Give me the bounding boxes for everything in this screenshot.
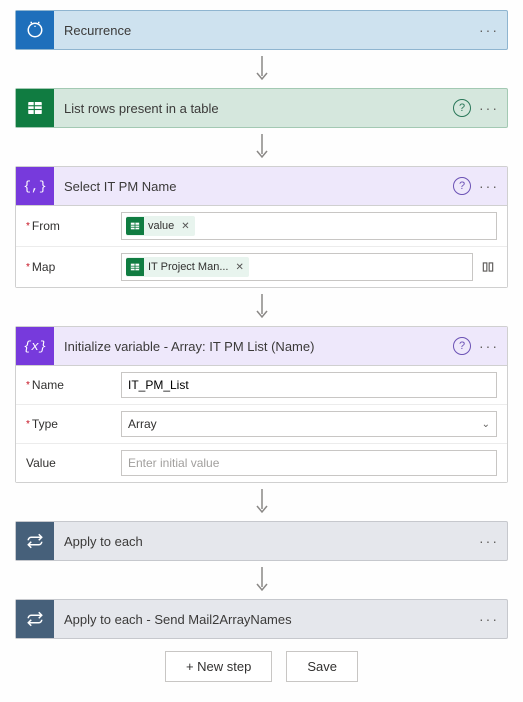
recurrence-icon bbox=[16, 11, 54, 49]
field-row-value: Value bbox=[16, 443, 507, 482]
label-text: Map bbox=[32, 260, 55, 274]
map-mode-toggle-icon[interactable] bbox=[479, 260, 497, 274]
step-initialize-variable: {x} Initialize variable - Array: IT PM L… bbox=[15, 326, 508, 483]
help-icon[interactable]: ? bbox=[453, 337, 471, 355]
field-row-map: * Map IT Project Man... ✕ bbox=[16, 246, 507, 287]
flow-arrow bbox=[15, 288, 508, 326]
step-title: Select IT PM Name bbox=[54, 179, 453, 194]
token-label: value bbox=[148, 220, 174, 232]
type-select[interactable]: Array ⌄ bbox=[121, 411, 497, 437]
label-text: Name bbox=[32, 378, 64, 392]
token-label: IT Project Man... bbox=[148, 261, 229, 273]
label-text: From bbox=[32, 219, 60, 233]
step-apply-to-each-send-mail[interactable]: Apply to each - Send Mail2ArrayNames ··· bbox=[15, 599, 508, 639]
bottom-toolbar: + New step Save bbox=[15, 651, 508, 682]
step-menu-button[interactable]: ··· bbox=[477, 18, 501, 42]
step-list-rows[interactable]: List rows present in a table ? ··· bbox=[15, 88, 508, 128]
step-menu-button[interactable]: ··· bbox=[477, 96, 501, 120]
required-star: * bbox=[26, 380, 30, 391]
label-text: Type bbox=[32, 417, 58, 431]
step-menu-button[interactable]: ··· bbox=[477, 334, 501, 358]
from-token[interactable]: value ✕ bbox=[126, 216, 195, 236]
step-title: Recurrence bbox=[54, 23, 477, 38]
field-label-type: * Type bbox=[26, 417, 121, 431]
step-recurrence[interactable]: Recurrence ··· bbox=[15, 10, 508, 50]
token-remove-icon[interactable]: ✕ bbox=[236, 262, 244, 273]
step-apply-to-each[interactable]: Apply to each ··· bbox=[15, 521, 508, 561]
step-select-it-pm-name: {,} Select IT PM Name ? ··· * From value… bbox=[15, 166, 508, 288]
label-text: Value bbox=[26, 456, 56, 470]
data-operation-icon: {,} bbox=[16, 167, 54, 205]
map-token[interactable]: IT Project Man... ✕ bbox=[126, 257, 249, 277]
chevron-down-icon: ⌄ bbox=[482, 419, 490, 430]
field-row-name: * Name bbox=[16, 366, 507, 404]
flow-arrow bbox=[15, 50, 508, 88]
from-input[interactable]: value ✕ bbox=[121, 212, 497, 240]
variable-icon: {x} bbox=[16, 327, 54, 365]
field-label-map: * Map bbox=[26, 260, 121, 274]
step-title: Apply to each - Send Mail2ArrayNames bbox=[54, 612, 477, 627]
field-label-value: Value bbox=[26, 456, 121, 470]
flow-arrow bbox=[15, 128, 508, 166]
step-title: Initialize variable - Array: IT PM List … bbox=[54, 339, 453, 354]
flow-arrow bbox=[15, 561, 508, 599]
required-star: * bbox=[26, 419, 30, 430]
map-input[interactable]: IT Project Man... ✕ bbox=[121, 253, 473, 281]
step-header[interactable]: {,} Select IT PM Name ? ··· bbox=[16, 167, 507, 205]
field-label-name: * Name bbox=[26, 378, 121, 392]
save-button[interactable]: Save bbox=[286, 651, 358, 682]
step-title: List rows present in a table bbox=[54, 101, 453, 116]
step-menu-button[interactable]: ··· bbox=[477, 174, 501, 198]
step-menu-button[interactable]: ··· bbox=[477, 607, 501, 631]
excel-token-icon bbox=[126, 258, 144, 276]
new-step-button[interactable]: + New step bbox=[165, 651, 272, 682]
loop-icon bbox=[16, 600, 54, 638]
field-row-type: * Type Array ⌄ bbox=[16, 404, 507, 443]
help-icon[interactable]: ? bbox=[453, 177, 471, 195]
required-star: * bbox=[26, 221, 30, 232]
help-icon[interactable]: ? bbox=[453, 99, 471, 117]
loop-icon bbox=[16, 522, 54, 560]
step-menu-button[interactable]: ··· bbox=[477, 529, 501, 553]
field-label-from: * From bbox=[26, 219, 121, 233]
type-value: Array bbox=[128, 417, 157, 431]
step-title: Apply to each bbox=[54, 534, 477, 549]
excel-icon bbox=[16, 89, 54, 127]
flow-arrow bbox=[15, 483, 508, 521]
name-input[interactable] bbox=[121, 372, 497, 398]
token-remove-icon[interactable]: ✕ bbox=[181, 221, 189, 232]
value-input[interactable] bbox=[121, 450, 497, 476]
required-star: * bbox=[26, 262, 30, 273]
field-row-from: * From value ✕ bbox=[16, 206, 507, 246]
excel-token-icon bbox=[126, 217, 144, 235]
step-header[interactable]: {x} Initialize variable - Array: IT PM L… bbox=[16, 327, 507, 365]
